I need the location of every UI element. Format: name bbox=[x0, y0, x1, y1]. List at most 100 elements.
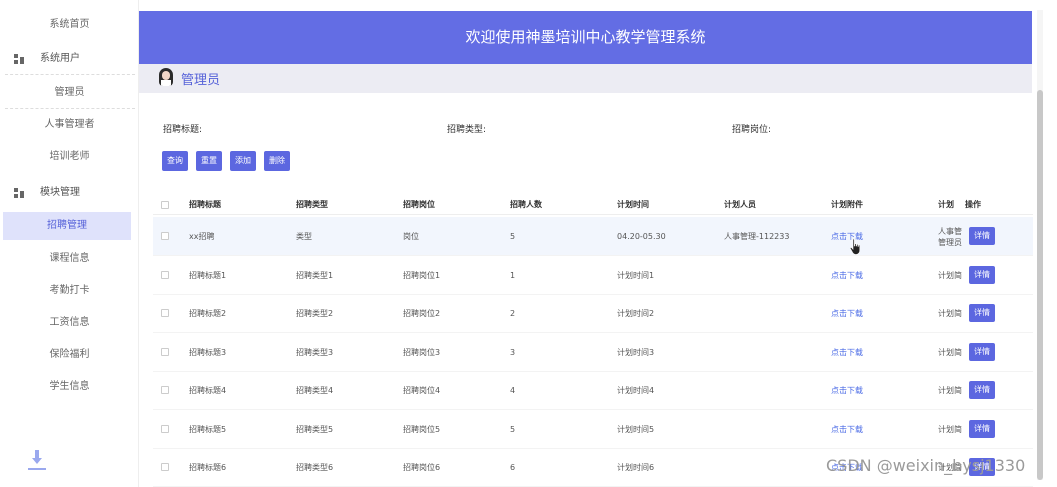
table-row[interactable]: 招聘标题4 招聘类型4 招聘岗位4 4 计划时间4 点击下载 计划简 详情 bbox=[153, 371, 1033, 410]
sidebar-item-insurance[interactable]: 保险福利 bbox=[0, 340, 139, 370]
cell-title: 招聘标题4 bbox=[189, 386, 227, 395]
sidebar-item-label: 学生信息 bbox=[49, 381, 90, 392]
cell-plan: 人事管 管理员 bbox=[938, 217, 962, 256]
row-checkbox[interactable] bbox=[161, 270, 169, 279]
table-row[interactable]: 招聘标题2 招聘类型2 招聘岗位2 2 计划时间2 点击下载 计划简 详情 bbox=[153, 294, 1033, 333]
cell-count: 6 bbox=[510, 463, 516, 472]
sidebar-group-users[interactable]: 系统用户 bbox=[0, 44, 139, 74]
sidebar-item-courses[interactable]: 课程信息 bbox=[0, 244, 139, 274]
cell-position: 招聘岗位5 bbox=[403, 424, 441, 434]
detail-button[interactable]: 详情 bbox=[969, 381, 995, 399]
detail-button[interactable]: 详情 bbox=[969, 227, 995, 245]
sidebar-item-label: 课程信息 bbox=[49, 253, 90, 264]
cell-position: 招聘岗位1 bbox=[403, 270, 441, 280]
sidebar-item-label: 招聘管理 bbox=[47, 220, 87, 231]
cell-title: 招聘标题2 bbox=[189, 309, 227, 318]
sidebar-item-students[interactable]: 学生信息 bbox=[0, 372, 139, 402]
cell-time: 计划时间3 bbox=[617, 347, 655, 357]
cell-type: 招聘类型6 bbox=[296, 463, 334, 472]
row-checkbox[interactable] bbox=[161, 232, 169, 240]
row-checkbox[interactable] bbox=[161, 463, 169, 471]
header-time: 计划时间 bbox=[617, 200, 649, 209]
cell-title: 招聘标题6 bbox=[189, 463, 227, 472]
table-header: 招聘标题 招聘类型 招聘岗位 招聘人数 计划时间 计划人员 计划附件 计划 操作 bbox=[153, 195, 1033, 215]
sidebar-item-home[interactable]: 系统首页 bbox=[0, 10, 139, 40]
header-action: 操作 bbox=[965, 200, 981, 209]
table-row[interactable]: 招聘标题3 招聘类型3 招聘岗位3 3 计划时间3 点击下载 计划简 详情 bbox=[153, 333, 1033, 372]
sidebar-item-hr[interactable]: 人事管理者 bbox=[0, 110, 139, 140]
cell-position: 招聘岗位3 bbox=[403, 347, 441, 357]
vertical-scrollbar[interactable] bbox=[1037, 10, 1043, 480]
sidebar-group-modules[interactable]: 模块管理 bbox=[0, 178, 139, 208]
cell-attachment[interactable]: 点击下载 bbox=[831, 410, 863, 449]
row-checkbox[interactable] bbox=[161, 386, 169, 394]
scrollbar-thumb[interactable] bbox=[1037, 90, 1043, 480]
cell-type: 招聘类型1 bbox=[296, 270, 334, 280]
sidebar-item-label: 模块管理 bbox=[40, 187, 80, 198]
cell-plan: 计划简 bbox=[938, 256, 962, 295]
query-button[interactable]: 查询 bbox=[162, 151, 188, 171]
row-checkbox[interactable] bbox=[161, 424, 169, 433]
cell-attachment[interactable]: 点击下载 bbox=[831, 333, 863, 372]
cell-type: 招聘类型3 bbox=[296, 347, 334, 357]
filter-type-label: 招聘类型: bbox=[447, 125, 487, 135]
sidebar-item-label: 培训老师 bbox=[49, 151, 90, 162]
detail-button[interactable]: 详情 bbox=[969, 419, 995, 438]
cell-position: 招聘岗位6 bbox=[403, 463, 441, 472]
table-row[interactable]: 招聘标题5 招聘类型5 招聘岗位5 5 计划时间5 点击下载 计划简 详情 bbox=[153, 410, 1033, 449]
table-row[interactable]: 招聘标题1 招聘类型1 招聘岗位1 1 计划时间1 点击下载 计划简 详情 bbox=[153, 256, 1033, 295]
sidebar-item-salary[interactable]: 工资信息 bbox=[0, 308, 139, 338]
cell-plan-line: 人事管 bbox=[938, 227, 962, 236]
cell-type: 类型 bbox=[296, 232, 312, 241]
cell-time: 计划时间2 bbox=[617, 309, 655, 318]
add-button[interactable]: 添加 bbox=[230, 151, 256, 171]
cell-plan: 计划简 bbox=[938, 294, 962, 333]
sidebar-item-attendance[interactable]: 考勤打卡 bbox=[0, 276, 139, 306]
row-checkbox[interactable] bbox=[161, 309, 169, 317]
filter-title-label: 招聘标题: bbox=[163, 125, 203, 135]
sidebar-item-label: 保险福利 bbox=[49, 349, 90, 360]
role-label: 管理员 bbox=[181, 73, 221, 88]
cell-title: 招聘标题3 bbox=[189, 347, 227, 357]
row-checkbox[interactable] bbox=[161, 347, 169, 356]
cell-plan-line: 管理员 bbox=[938, 238, 962, 247]
cell-attachment[interactable]: 点击下载 bbox=[831, 371, 863, 410]
sidebar-item-teacher[interactable]: 培训老师 bbox=[0, 142, 139, 172]
cell-type: 招聘类型5 bbox=[296, 424, 334, 434]
cell-time: 04.20-05.30 bbox=[617, 232, 666, 241]
cell-count: 2 bbox=[510, 309, 516, 318]
page-title: 欢迎使用神墨培训中心教学管理系统 bbox=[465, 28, 706, 46]
cell-count: 3 bbox=[510, 347, 516, 357]
sidebar-item-admin[interactable]: 管理员 bbox=[0, 78, 139, 108]
detail-button[interactable]: 详情 bbox=[969, 304, 995, 322]
sidebar-item-recruitment[interactable]: 招聘管理 bbox=[3, 212, 131, 240]
grid-icon bbox=[14, 188, 24, 198]
reset-button[interactable]: 重置 bbox=[196, 151, 222, 171]
page-header: 欢迎使用神墨培训中心教学管理系统 bbox=[139, 11, 1032, 64]
cell-title: 招聘标题5 bbox=[189, 424, 227, 434]
cell-plan-line: 计划简 bbox=[938, 386, 962, 395]
header-title: 招聘标题 bbox=[189, 200, 221, 209]
sidebar-item-label: 管理员 bbox=[54, 87, 85, 98]
table-row[interactable]: xx招聘 类型 岗位 5 04.20-05.30 人事管理-112233 点击下载 人事管 管理… bbox=[153, 217, 1033, 256]
sidebar: 系统首页 系统用户 管理员 人事管理者 培训老师 模块管理 招聘管理 课程信息 … bbox=[0, 0, 139, 487]
sidebar-item-label: 工资信息 bbox=[49, 317, 90, 328]
delete-button[interactable]: 删除 bbox=[264, 151, 290, 171]
download-icon[interactable] bbox=[28, 448, 46, 472]
cell-plan-line: 计划简 bbox=[938, 309, 962, 318]
select-all-checkbox[interactable] bbox=[161, 201, 169, 209]
cell-attachment[interactable]: 点击下载 bbox=[831, 256, 863, 295]
cell-time: 计划时间4 bbox=[617, 386, 655, 395]
detail-button[interactable]: 详情 bbox=[969, 342, 995, 361]
main-content: 招聘标题: 招聘类型: 招聘岗位: 查询 重置 添加 删除 招聘标题 招聘类型 … bbox=[144, 93, 1033, 487]
detail-button[interactable]: 详情 bbox=[969, 265, 995, 284]
header-attachment: 计划附件 bbox=[831, 200, 863, 209]
filter-position-label: 招聘岗位: bbox=[732, 125, 772, 135]
cell-attachment[interactable]: 点击下载 bbox=[831, 294, 863, 333]
user-bar: 管理员 bbox=[139, 64, 1032, 93]
cell-type: 招聘类型2 bbox=[296, 309, 334, 318]
cell-plan-line: 计划简 bbox=[938, 424, 962, 434]
header-count: 招聘人数 bbox=[510, 200, 542, 209]
sidebar-item-label: 系统首页 bbox=[49, 19, 90, 30]
cell-plan-line: 计划简 bbox=[938, 347, 962, 357]
